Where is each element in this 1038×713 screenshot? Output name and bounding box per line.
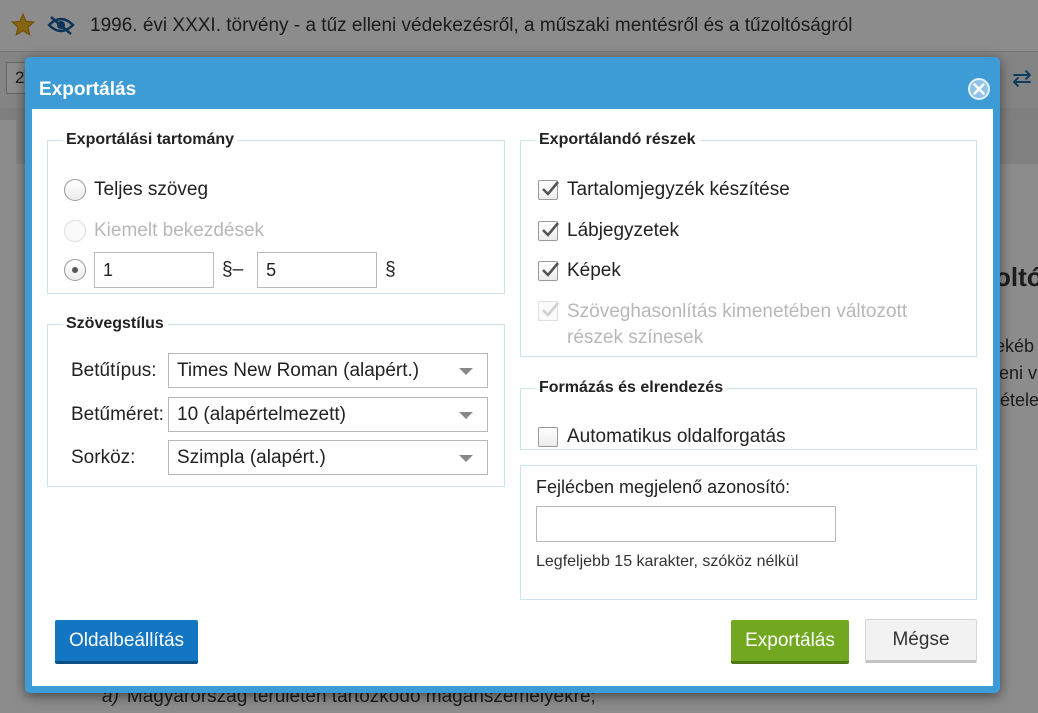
export-parts-legend: Exportálandó részek [539, 131, 696, 148]
export-range-group: Exportálási tartomány Teljes szöveg Kiem… [47, 131, 505, 294]
images-option[interactable]: Képek [538, 260, 621, 282]
export-button[interactable]: Exportálás [731, 620, 849, 664]
compare-label: Szöveghasonlítás kimenetében változott r… [567, 299, 907, 351]
header-id-hint: Legfeljebb 15 karakter, szóköz nélkül [536, 553, 799, 570]
header-id-panel: Fejlécben megjelenő azonosító: Legfeljeb… [520, 465, 977, 600]
auto-rotate-option[interactable]: Automatikus oldalforgatás [538, 426, 786, 448]
spacing-select[interactable]: Szimpla (alapért.) [168, 440, 488, 475]
checkmark-icon [542, 302, 559, 317]
auto-rotate-checkbox[interactable] [538, 427, 558, 447]
compare-checkbox [538, 301, 559, 321]
footnotes-checkbox[interactable] [538, 221, 559, 241]
export-parts-group: Exportálandó részek Tartalomjegyzék kész… [520, 131, 977, 357]
close-icon[interactable] [967, 77, 991, 101]
page-setup-button[interactable]: Oldalbeállítás [55, 620, 198, 664]
header-id-label: Fejlécben megjelenő azonosító: [536, 477, 791, 497]
auto-rotate-label: Automatikus oldalforgatás [567, 426, 786, 447]
font-select[interactable]: Times New Roman (alapért.) [168, 353, 488, 388]
cancel-button[interactable]: Mégse [865, 619, 977, 663]
footnotes-option[interactable]: Lábjegyzetek [538, 220, 679, 242]
compare-option: Szöveghasonlítás kimenetében változott r… [538, 301, 907, 351]
size-select[interactable]: 10 (alapértelmezett) [168, 397, 488, 432]
compare-label-line: Szöveghasonlítás kimenetében változott [567, 301, 908, 322]
range-to-suffix: § [385, 259, 396, 280]
full-text-label: Teljes szöveg [94, 179, 209, 200]
checkmark-icon [542, 262, 559, 277]
range-option[interactable]: §– § [64, 252, 396, 288]
highlighted-label: Kiemelt bekezdések [94, 220, 265, 241]
spacing-select-value: Szimpla (alapért.) [177, 447, 326, 468]
range-from-suffix: §– [222, 259, 244, 280]
compare-label-line: részek színesek [567, 327, 704, 348]
toc-label: Tartalomjegyzék készítése [567, 179, 790, 200]
text-style-legend: Szövegstílus [66, 315, 164, 332]
toc-checkbox[interactable] [538, 180, 559, 200]
dialog-body: Exportálási tartomány Teljes szöveg Kiem… [32, 110, 993, 686]
footnotes-label: Lábjegyzetek [567, 220, 679, 241]
checkmark-icon [542, 222, 559, 237]
size-label: Betűméret: [71, 404, 164, 425]
range-radio[interactable] [64, 259, 86, 281]
highlighted-radio [64, 220, 86, 242]
format-group: Formázás és elrendezés Automatikus oldal… [520, 379, 977, 450]
dialog-titlebar: Exportálás [32, 64, 993, 110]
font-label: Betűtípus: [71, 360, 157, 381]
checkmark-icon [542, 181, 559, 196]
images-label: Képek [567, 260, 621, 281]
header-id-input[interactable] [536, 506, 836, 542]
text-style-group: Szövegstílus Betűtípus: Times New Roman … [47, 315, 505, 487]
full-text-option[interactable]: Teljes szöveg [64, 179, 208, 201]
size-select-value: 10 (alapértelmezett) [177, 404, 346, 425]
toc-option[interactable]: Tartalomjegyzék készítése [538, 179, 790, 201]
range-to-input[interactable] [257, 252, 378, 288]
range-from-input[interactable] [94, 252, 214, 288]
export-range-legend: Exportálási tartomány [66, 131, 235, 148]
spacing-label: Sorköz: [71, 447, 136, 468]
images-checkbox[interactable] [538, 261, 559, 281]
highlighted-option: Kiemelt bekezdések [64, 220, 264, 242]
format-legend: Formázás és elrendezés [539, 379, 724, 396]
full-text-radio[interactable] [64, 179, 86, 201]
export-dialog: Exportálás Exportálási tartomány Teljes … [25, 57, 1000, 693]
chevron-down-icon [459, 455, 473, 462]
chevron-down-icon [459, 368, 473, 375]
chevron-down-icon [459, 412, 473, 419]
font-select-value: Times New Roman (alapért.) [177, 360, 420, 381]
dialog-title: Exportálás [39, 79, 137, 100]
